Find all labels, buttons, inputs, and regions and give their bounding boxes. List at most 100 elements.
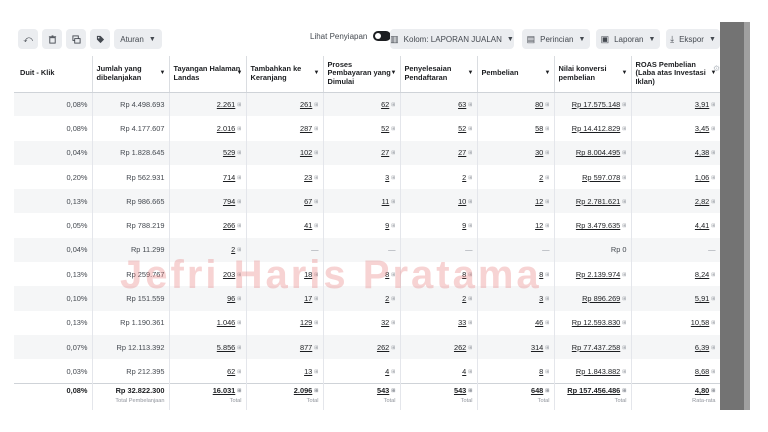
table-cell[interactable]: 4 ⊞: [323, 359, 401, 384]
table-cell[interactable]: 23 ⊞: [246, 164, 324, 190]
undo-button[interactable]: ⤺: [18, 29, 38, 49]
vertical-scrollbar-edge[interactable]: [744, 22, 750, 410]
table-cell[interactable]: 261 ⊞: [246, 92, 324, 117]
table-cell[interactable]: 67 ⊞: [246, 189, 324, 214]
ekspor-dropdown[interactable]: ⤓ Ekspor ▼: [666, 29, 720, 49]
table-cell[interactable]: 62 ⊞: [169, 359, 247, 384]
column-header-proses-pembayaran[interactable]: Proses Pembayaran yang Dimulai ▼: [323, 56, 401, 93]
table-cell[interactable]: Rp 2.781.621 ⊞: [554, 189, 632, 214]
table-cell[interactable]: 9 ⊞: [323, 213, 401, 238]
table-cell[interactable]: 41 ⊞: [246, 213, 324, 238]
table-cell[interactable]: 1.046 ⊞: [169, 310, 247, 335]
kolom-dropdown[interactable]: ▥ Kolom: LAPORAN JUALAN ▼: [390, 29, 514, 49]
table-cell[interactable]: 714 ⊞: [169, 164, 247, 190]
table-cell[interactable]: 30 ⊞: [477, 140, 555, 165]
column-header-jumlah-dibelanjakan[interactable]: Jumlah yang dibelanjakan ▼: [92, 56, 170, 93]
column-header-duit-klik[interactable]: Duit - Klik: [14, 56, 93, 93]
table-cell[interactable]: 9 ⊞: [400, 213, 478, 238]
perincian-dropdown[interactable]: ▤ Perincian ▼: [522, 29, 590, 49]
table-cell[interactable]: 10 ⊞: [400, 189, 478, 214]
table-cell[interactable]: Rp 77.437.258 ⊞: [554, 334, 632, 360]
table-cell[interactable]: 2 ⊞: [477, 164, 555, 190]
table-cell[interactable]: 5.856 ⊞: [169, 334, 247, 360]
table-cell[interactable]: 17 ⊞: [246, 286, 324, 311]
table-cell[interactable]: 52 ⊞: [400, 116, 478, 141]
table-cell[interactable]: 4,41 ⊞: [631, 213, 720, 238]
table-cell[interactable]: 3,45 ⊞: [631, 116, 720, 141]
table-cell[interactable]: 3 ⊞: [323, 164, 401, 190]
table-cell[interactable]: 1,06 ⊞: [631, 164, 720, 190]
table-cell[interactable]: 10,58 ⊞: [631, 310, 720, 335]
table-cell[interactable]: 27 ⊞: [400, 140, 478, 165]
table-cell[interactable]: 80 ⊞: [477, 92, 555, 117]
table-cell[interactable]: 2 ⊞: [323, 286, 401, 311]
table-row[interactable]: 0,20% Rp 562.931 714 ⊞ 23 ⊞ 3 ⊞ 2 ⊞ 2 ⊞ Rp 597.078 ⊞ 1…: [14, 164, 720, 190]
table-cell[interactable]: 52 ⊞: [323, 116, 401, 141]
table-cell[interactable]: 4 ⊞: [400, 359, 478, 384]
table-cell[interactable]: 33 ⊞: [400, 310, 478, 335]
table-cell[interactable]: 2.261 ⊞: [169, 92, 247, 117]
table-cell[interactable]: 8 ⊞: [323, 262, 401, 287]
table-cell[interactable]: Rp 896.269 ⊞: [554, 286, 632, 311]
table-row[interactable]: 0,05% Rp 788.219 266 ⊞ 41 ⊞ 9 ⊞ 9 ⊞ 12 ⊞ Rp 3.479.63…: [14, 213, 720, 238]
table-row[interactable]: 0,13% Rp 986.665 794 ⊞ 67 ⊞ 11 ⊞ 10 ⊞ 12 ⊞ Rp 2.781.…: [14, 189, 720, 214]
table-cell[interactable]: 4,38 ⊞: [631, 140, 720, 165]
table-cell[interactable]: 262 ⊞: [323, 334, 401, 360]
column-header-pembelian[interactable]: Pembelian ▼: [477, 56, 555, 93]
table-cell[interactable]: Rp 14.412.829 ⊞: [554, 116, 632, 141]
table-cell[interactable]: 6,39 ⊞: [631, 334, 720, 360]
table-cell[interactable]: 18 ⊞: [246, 262, 324, 287]
table-cell[interactable]: 12 ⊞: [477, 213, 555, 238]
table-cell[interactable]: 877 ⊞: [246, 334, 324, 360]
table-row[interactable]: 0,13% Rp 259.767 203 ⊞ 18 ⊞ 8 ⊞ 8 ⊞ 8 ⊞ Rp 2.139.974…: [14, 262, 720, 287]
tag-button[interactable]: [90, 29, 110, 49]
table-cell[interactable]: Rp 2.139.974 ⊞: [554, 262, 632, 287]
table-cell[interactable]: 8,68 ⊞: [631, 359, 720, 384]
table-cell[interactable]: 3 ⊞: [477, 286, 555, 311]
column-header-penyelesaian-pendaftaran[interactable]: Penyelesaian Pendaftaran ▼: [400, 56, 478, 93]
table-cell[interactable]: 794 ⊞: [169, 189, 247, 214]
table-cell[interactable]: 2 ⊞: [169, 237, 247, 263]
table-cell[interactable]: Rp 8.004.495 ⊞: [554, 140, 632, 165]
table-cell[interactable]: Rp 17.575.148 ⊞: [554, 92, 632, 117]
table-cell[interactable]: 2 ⊞: [400, 164, 478, 190]
table-cell[interactable]: Rp 597.078 ⊞: [554, 164, 632, 190]
table-cell[interactable]: 12 ⊞: [477, 189, 555, 214]
table-row[interactable]: 0,03% Rp 212.395 62 ⊞ 13 ⊞ 4 ⊞ 4 ⊞ 8 ⊞ Rp 1.843.882 ⊞…: [14, 359, 720, 384]
table-cell[interactable]: 2 ⊞: [400, 286, 478, 311]
table-cell[interactable]: 27 ⊞: [323, 140, 401, 165]
table-cell[interactable]: 102 ⊞: [246, 140, 324, 165]
duplicate-button[interactable]: [66, 29, 86, 49]
table-cell[interactable]: 58 ⊞: [477, 116, 555, 141]
table-row[interactable]: 0,13% Rp 1.190.361 1.046 ⊞ 129 ⊞ 32 ⊞ 33 ⊞ 46 ⊞ Rp 1…: [14, 310, 720, 335]
table-cell[interactable]: 11 ⊞: [323, 189, 401, 214]
laporan-dropdown[interactable]: ▣ Laporan ▼: [596, 29, 660, 49]
table-cell[interactable]: 63 ⊞: [400, 92, 478, 117]
table-cell[interactable]: 2.016 ⊞: [169, 116, 247, 141]
table-cell[interactable]: 32 ⊞: [323, 310, 401, 335]
table-cell[interactable]: Rp 12.593.830 ⊞: [554, 310, 632, 335]
table-cell[interactable]: 3,91 ⊞: [631, 92, 720, 117]
table-cell[interactable]: 266 ⊞: [169, 213, 247, 238]
table-cell[interactable]: 287 ⊞: [246, 116, 324, 141]
table-cell[interactable]: 13 ⊞: [246, 359, 324, 384]
table-row[interactable]: 0,04% Rp 11.299 2 ⊞ — — — — Rp 0—: [14, 237, 720, 263]
table-row[interactable]: 0,07% Rp 12.113.392 5.856 ⊞ 877 ⊞ 262 ⊞ 262 ⊞ 314 ⊞…: [14, 334, 720, 360]
aturan-dropdown[interactable]: Aturan ▼: [114, 29, 162, 49]
table-cell[interactable]: 62 ⊞: [323, 92, 401, 117]
delete-button[interactable]: [42, 29, 62, 49]
table-row[interactable]: 0,10% Rp 151.559 96 ⊞ 17 ⊞ 2 ⊞ 2 ⊞ 3 ⊞ Rp 896.269 ⊞ 5,…: [14, 286, 720, 311]
table-cell[interactable]: 203 ⊞: [169, 262, 247, 287]
lihat-penyiapan-toggle[interactable]: [373, 31, 392, 41]
table-cell[interactable]: 2,82 ⊞: [631, 189, 720, 214]
table-cell[interactable]: Rp 3.479.635 ⊞: [554, 213, 632, 238]
table-cell[interactable]: 314 ⊞: [477, 334, 555, 360]
column-header-roas-pembelian[interactable]: ROAS Pembelian (Laba atas Investasi Ikla…: [631, 56, 720, 93]
column-header-nilai-konversi[interactable]: Nilai konversi pembelian ▼: [554, 56, 632, 93]
column-header-tayangan-halaman[interactable]: Tayangan Halaman Landas ▼: [169, 56, 247, 93]
table-row[interactable]: 0,08% Rp 4.498.693 2.261 ⊞ 261 ⊞ 62 ⊞ 63 ⊞ 80 ⊞ Rp 1…: [14, 92, 720, 117]
table-cell[interactable]: 96 ⊞: [169, 286, 247, 311]
table-cell[interactable]: 8 ⊞: [477, 262, 555, 287]
table-cell[interactable]: 46 ⊞: [477, 310, 555, 335]
table-cell[interactable]: 262 ⊞: [400, 334, 478, 360]
